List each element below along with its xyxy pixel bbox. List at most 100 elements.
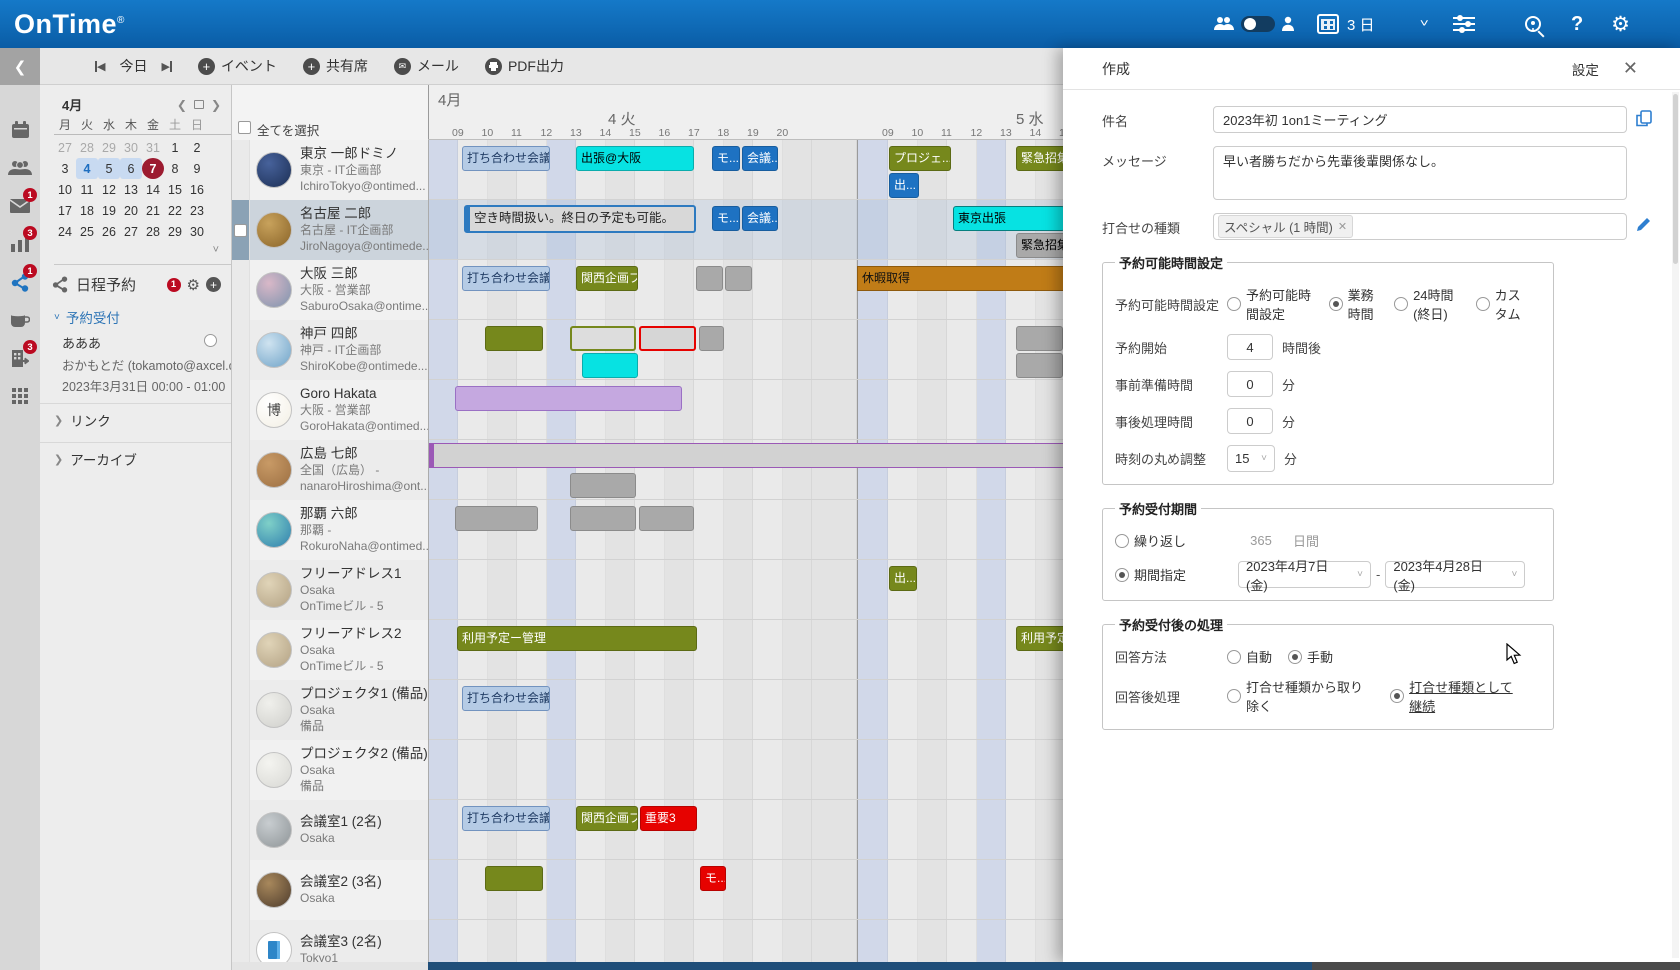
minical-day[interactable]: 16 <box>186 179 208 200</box>
scheduling-gear-icon[interactable]: ⚙ <box>187 276 200 294</box>
close-icon[interactable]: ✕ <box>1623 58 1638 79</box>
calendar-view-icon[interactable] <box>1317 14 1339 34</box>
event[interactable] <box>485 326 543 351</box>
minical-day[interactable]: 30 <box>186 221 208 242</box>
person-cell[interactable]: 名古屋 二郎名古屋 - IT企画部JiroNagoya@ontimede... <box>232 200 428 260</box>
reception-item[interactable]: あああ <box>40 331 231 354</box>
person-cell[interactable]: 東京 一郎ドミノ東京 - IT企画部IchiroTokyo@ontimed... <box>232 140 428 200</box>
mail-nav-icon[interactable]: 1 <box>0 187 40 225</box>
chart-nav-icon[interactable]: 3 <box>0 225 40 263</box>
minical-day[interactable]: 29 <box>98 137 120 158</box>
booking-start-input[interactable] <box>1227 334 1273 360</box>
minical-day[interactable]: 3 <box>54 158 76 179</box>
event[interactable]: 東京出張 <box>953 206 1065 231</box>
settings-gear-icon[interactable]: ⚙ <box>1611 12 1630 37</box>
event[interactable] <box>696 266 723 291</box>
skip-forward-icon[interactable]: ▶ <box>161 60 171 73</box>
person-cell[interactable]: フリーアドレス2OsakaOnTimeビル - 5 <box>232 620 428 680</box>
minical-day[interactable]: 15 <box>164 179 186 200</box>
radio-24h[interactable]: 24時間(終日) <box>1394 285 1460 323</box>
display-settings-icon[interactable] <box>1453 16 1475 32</box>
minical-day[interactable]: 17 <box>54 200 76 221</box>
minical-day[interactable]: 19 <box>98 200 120 221</box>
event[interactable] <box>455 386 682 411</box>
search-person-icon[interactable] <box>1525 16 1541 32</box>
radio-bookable-setting[interactable]: 予約可能時間設定 <box>1227 285 1313 323</box>
reception-item-radio[interactable] <box>204 334 217 347</box>
minical-day[interactable]: 1 <box>164 137 186 158</box>
reception-group[interactable]: ˅予約受付 <box>40 301 231 331</box>
event[interactable]: 空き時間扱い。終日の予定も可能。 <box>464 205 696 233</box>
prep-time-input[interactable] <box>1227 371 1273 397</box>
event[interactable] <box>725 266 752 291</box>
event[interactable] <box>570 506 636 531</box>
person-cell[interactable]: 大阪 三郎大阪 - 営業部SaburoOsaka@ontime... <box>232 260 428 320</box>
minical-day[interactable]: 27 <box>54 137 76 158</box>
office-nav-icon[interactable]: 3 <box>0 339 40 377</box>
minical-day[interactable]: 26 <box>98 221 120 242</box>
person-cell[interactable]: プロジェクタ2 (備品)Osaka備品 <box>232 740 428 800</box>
edit-pencil-icon[interactable] <box>1636 213 1651 235</box>
apps-grid-icon[interactable] <box>0 377 40 415</box>
minical-day[interactable]: 9 <box>186 158 208 179</box>
event[interactable]: 会議... <box>742 206 778 231</box>
people-nav-icon[interactable] <box>0 149 40 187</box>
minical-day[interactable]: 10 <box>54 179 76 200</box>
person-cell[interactable]: 博Goro Hakata大阪 - 営業部GoroHakata@ontimed..… <box>232 380 428 440</box>
event[interactable] <box>485 866 543 891</box>
minical-day[interactable]: 25 <box>76 221 98 242</box>
person-cell[interactable]: フリーアドレス1OsakaOnTimeビル - 5 <box>232 560 428 620</box>
person-cell[interactable]: 神戸 四郎神戸 - IT企画部ShiroKobe@ontimede... <box>232 320 428 380</box>
event[interactable]: モ... <box>712 146 740 171</box>
copy-icon[interactable] <box>1636 106 1652 130</box>
minical-expand-icon[interactable]: ˅ <box>40 242 231 260</box>
skip-back-icon[interactable]: ◀ <box>95 60 105 73</box>
radio-auto[interactable]: 自動 <box>1227 647 1272 666</box>
minical-day[interactable]: 28 <box>76 137 98 158</box>
person-cell[interactable]: 会議室2 (3名)Osaka <box>232 860 428 920</box>
minical-day[interactable]: 27 <box>120 221 142 242</box>
calendar-nav-icon[interactable] <box>0 111 40 149</box>
minical-day[interactable]: 22 <box>164 200 186 221</box>
radio-period[interactable]: 期間指定 <box>1115 565 1222 584</box>
collapse-sidebar-button[interactable]: ❮ <box>0 48 40 85</box>
person-cell[interactable]: 会議室1 (2名)Osaka <box>232 800 428 860</box>
meeting-type-chip[interactable]: スペシャル (1 時間)✕ <box>1218 215 1353 238</box>
event[interactable]: 関西企画プ... <box>576 806 638 831</box>
subject-input[interactable] <box>1213 106 1627 133</box>
minical-day[interactable]: 2 <box>186 137 208 158</box>
panel-scrollbar[interactable] <box>1672 92 1679 958</box>
meeting-type-field[interactable]: スペシャル (1 時間)✕ <box>1213 213 1627 240</box>
period-from-select[interactable]: 2023年4月7日 (金)˅ <box>1238 561 1371 588</box>
event[interactable]: 打ち合わせ会議 <box>462 146 550 171</box>
minical-day[interactable]: 18 <box>76 200 98 221</box>
radio-continue-as-type[interactable]: 打合せ種類として継続 <box>1390 677 1525 715</box>
event[interactable] <box>428 443 1064 468</box>
minical-day[interactable]: 29 <box>164 221 186 242</box>
minical-day[interactable]: 24 <box>54 221 76 242</box>
chevron-down-icon[interactable]: ˅ <box>1419 18 1428 30</box>
day-header[interactable]: 5 水 <box>1016 108 1044 129</box>
event[interactable]: プロジェ... <box>889 146 951 171</box>
rounding-select[interactable]: 15˅ <box>1227 445 1275 472</box>
panel-settings-button[interactable]: 設定 <box>1572 59 1599 79</box>
mail-button[interactable]: ✉ メール <box>394 56 459 76</box>
minical-day[interactable]: 13 <box>120 179 142 200</box>
event[interactable] <box>1016 353 1063 378</box>
event[interactable]: 関西企画プ... <box>576 266 638 291</box>
break-nav-icon[interactable] <box>0 301 40 339</box>
archive-group[interactable]: ❯アーカイブ <box>40 442 231 474</box>
minical-prev-icon[interactable]: ❮ <box>177 98 187 112</box>
minical-day[interactable]: 20 <box>120 200 142 221</box>
scheduling-nav-icon[interactable]: 1 <box>0 263 40 301</box>
minical-day[interactable]: 14 <box>142 179 164 200</box>
scrollbar-thumb[interactable] <box>428 962 1312 970</box>
chip-remove-icon[interactable]: ✕ <box>1338 220 1347 233</box>
scheduling-add-icon[interactable]: + <box>206 277 221 292</box>
minical-day[interactable]: 23 <box>186 200 208 221</box>
event[interactable]: 出... <box>889 566 917 591</box>
today-button[interactable]: 今日 <box>119 56 147 76</box>
person-cell[interactable]: 会議室3 (2名)Tokyo1 <box>232 920 428 962</box>
shared-seat-button[interactable]: + 共有席 <box>303 56 368 76</box>
event[interactable]: モ... <box>712 206 740 231</box>
